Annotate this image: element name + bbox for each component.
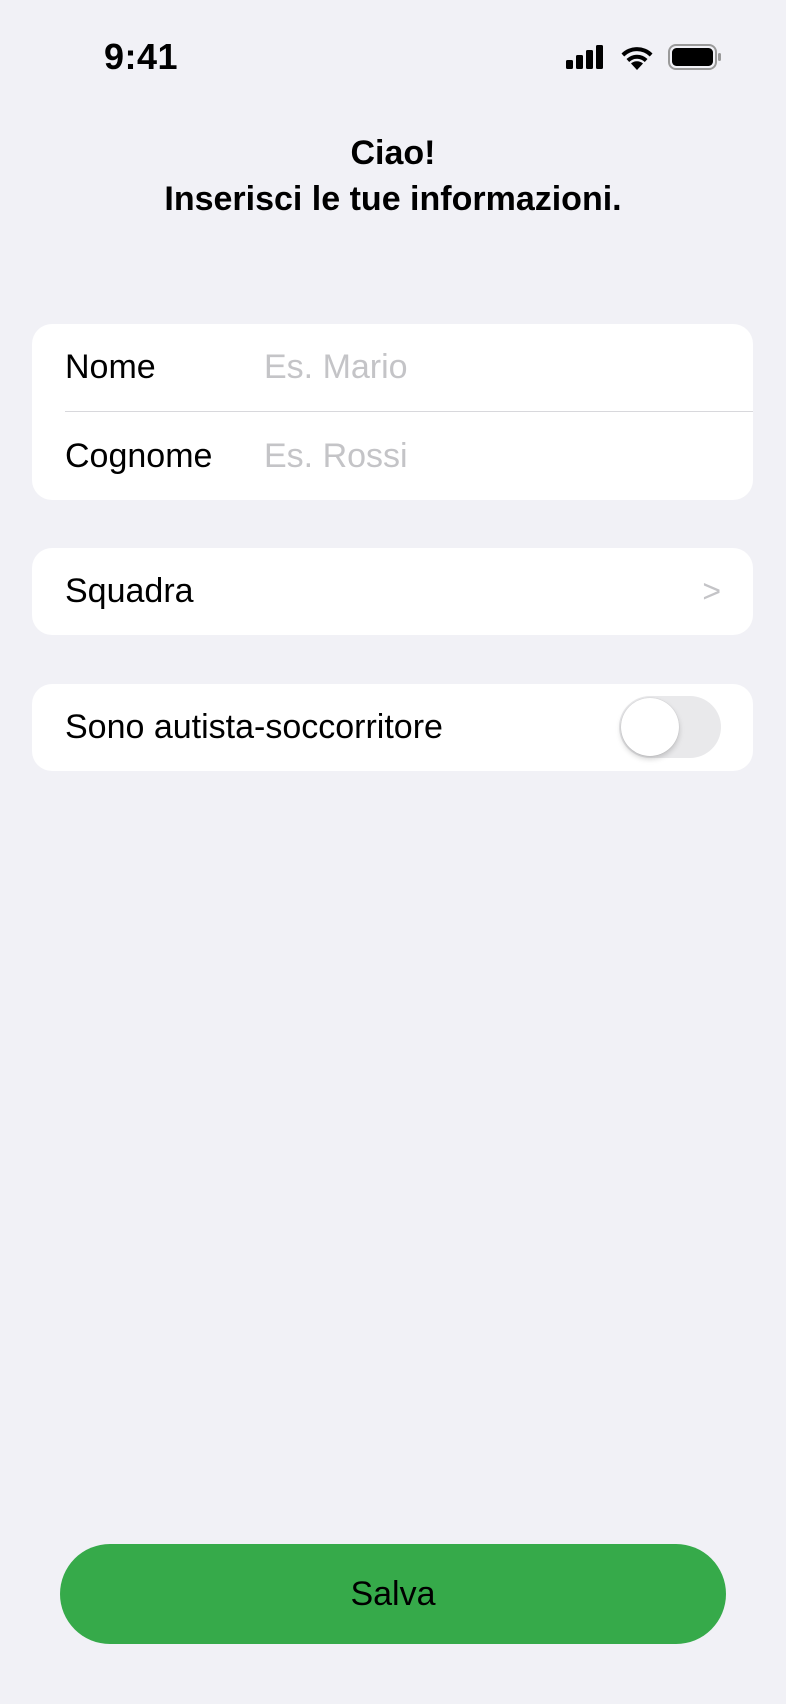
instructions-text: Inserisci le tue informazioni.	[164, 180, 622, 218]
team-label: Squadra	[65, 572, 194, 610]
last-name-row: Cognome	[32, 413, 753, 500]
greeting-text: Ciao!	[350, 134, 436, 172]
driver-toggle[interactable]	[619, 696, 721, 758]
team-selector-row[interactable]: Squadra >	[32, 548, 753, 635]
save-button[interactable]: Salva	[60, 1544, 726, 1644]
last-name-input[interactable]	[264, 437, 714, 476]
first-name-row: Nome	[32, 324, 753, 411]
toggle-knob	[621, 698, 679, 756]
driver-toggle-card: Sono autista-soccorritore	[32, 684, 753, 771]
chevron-right-icon: >	[702, 573, 721, 609]
last-name-label: Cognome	[65, 437, 213, 475]
status-bar: 9:41	[0, 0, 786, 110]
status-time: 9:41	[104, 36, 179, 77]
driver-label: Sono autista-soccorritore	[65, 708, 443, 746]
row-separator	[65, 411, 753, 412]
driver-row: Sono autista-soccorritore	[32, 684, 753, 771]
battery-icon	[668, 44, 722, 75]
status-icons	[566, 44, 722, 75]
first-name-label: Nome	[65, 348, 156, 386]
page-title: Ciao! Inserisci le tue informazioni.	[0, 130, 786, 222]
name-card: Nome Cognome	[32, 324, 753, 500]
wifi-icon	[620, 44, 654, 75]
team-row[interactable]: Squadra >	[32, 548, 753, 635]
cellular-signal-icon	[566, 45, 606, 74]
first-name-input[interactable]	[264, 348, 714, 387]
